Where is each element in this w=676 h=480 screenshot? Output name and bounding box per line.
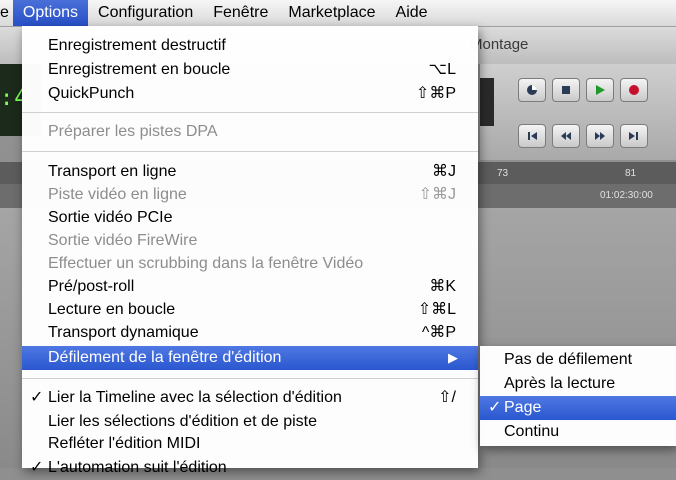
menu-item-sortie-video-firewire: Sortie vidéo FireWire [22, 229, 478, 253]
menu-item-label: Transport dynamique [48, 324, 199, 341]
menu-separator [22, 378, 478, 379]
menu-item-label: Transport en ligne [48, 163, 177, 180]
submenu-item-pas-de-defilement[interactable]: Pas de défilement [480, 348, 676, 372]
menu-item-shortcut: ⌘K [429, 278, 456, 295]
stop-button[interactable] [552, 78, 580, 102]
menu-item-transport-dynamique[interactable]: Transport dynamique ^⌘P [22, 321, 478, 345]
menu-fenetre[interactable]: Fenêtre [203, 0, 278, 26]
submenu-arrow-icon: ▶ [448, 350, 458, 365]
submenu-item-label: Pas de défilement [504, 351, 633, 368]
submenu-item-label: Après la lecture [504, 375, 616, 392]
menu-item-piste-video-en-ligne: Piste vidéo en ligne ⇧⌘J [22, 183, 478, 207]
fast-forward-icon [595, 132, 605, 140]
menu-item-automation-suit-edition[interactable]: ✓ L'automation suit l'édition [22, 456, 478, 480]
online-button[interactable] [518, 78, 546, 102]
menu-item-shortcut: ⇧/ [438, 389, 456, 406]
menu-item-label: Refléter l'édition MIDI [48, 435, 201, 452]
ruler-timecode: 01:02:30:00 [600, 190, 653, 201]
submenu-item-page[interactable]: ✓ Page [480, 396, 676, 420]
menu-item-sortie-video-pcie[interactable]: Sortie vidéo PCIe [22, 206, 478, 230]
menu-item-label: QuickPunch [48, 85, 135, 102]
menu-item-label: Sortie vidéo PCIe [48, 209, 173, 226]
menu-item-label: Pré/post-roll [48, 278, 135, 295]
record-icon [629, 85, 639, 95]
submenu-item-label: Page [504, 399, 542, 416]
menu-item-preparer-pistes-dpa: Préparer les pistes DPA [22, 120, 478, 144]
menu-marketplace[interactable]: Marketplace [278, 0, 385, 26]
edit-window-title: Montage [470, 36, 529, 53]
fast-forward-button[interactable] [586, 124, 614, 148]
menu-item-label: Enregistrement destructif [48, 37, 226, 54]
go-to-end-button[interactable] [620, 124, 648, 148]
menu-item-label: Sortie vidéo FireWire [48, 232, 198, 249]
checkmark-icon: ✓ [488, 399, 502, 416]
checkmark-icon: ✓ [30, 389, 44, 406]
clock-icon [527, 85, 537, 95]
menu-bar-item-partial[interactable]: e [0, 0, 13, 26]
play-button[interactable] [586, 78, 614, 102]
menu-item-lier-selections-edition-piste[interactable]: Lier les sélections d'édition et de pist… [22, 410, 478, 434]
rewind-button[interactable] [552, 124, 580, 148]
menu-item-shortcut: ⇧⌘L [417, 301, 456, 318]
menu-item-label: Effectuer un scrubbing dans la fenêtre V… [48, 255, 364, 272]
menu-item-pre-post-roll[interactable]: Pré/post-roll ⌘K [22, 275, 478, 299]
submenu-item-label: Continu [504, 423, 560, 440]
menu-configuration[interactable]: Configuration [88, 0, 203, 26]
meter [480, 78, 494, 126]
menu-aide[interactable]: Aide [386, 0, 438, 26]
menu-item-quickpunch[interactable]: QuickPunch ⇧⌘P [22, 82, 478, 106]
menu-item-shortcut: ⌘J [432, 163, 456, 180]
play-icon [596, 85, 605, 95]
go-to-end-icon [629, 132, 638, 140]
submenu-item-continu[interactable]: Continu [480, 420, 676, 444]
menu-item-shortcut: ⌥L [428, 61, 456, 78]
menu-item-transport-en-ligne[interactable]: Transport en ligne ⌘J [22, 160, 478, 184]
return-to-zero-icon [528, 132, 537, 140]
menu-item-label: Enregistrement en boucle [48, 61, 231, 78]
menu-item-label: Défilement de la fenêtre d'édition [48, 349, 282, 366]
record-button[interactable] [620, 78, 648, 102]
menu-item-enregistrement-en-boucle[interactable]: Enregistrement en boucle ⌥L [22, 58, 478, 82]
menu-item-defilement-fenetre-edition[interactable]: Défilement de la fenêtre d'édition ▶ [22, 346, 478, 370]
menu-item-label: Piste vidéo en ligne [48, 186, 187, 203]
menu-bar: e Options Configuration Fenêtre Marketpl… [0, 0, 676, 27]
options-menu: Enregistrement destructif Enregistrement… [22, 26, 478, 476]
menu-item-scrubbing-fenetre-video: Effectuer un scrubbing dans la fenêtre V… [22, 252, 478, 276]
menu-item-refleter-edition-midi[interactable]: Refléter l'édition MIDI [22, 432, 478, 456]
menu-item-lecture-en-boucle[interactable]: Lecture en boucle ⇧⌘L [22, 298, 478, 322]
submenu-item-apres-la-lecture[interactable]: Après la lecture [480, 372, 676, 396]
ruler-marker-81: 81 [625, 168, 637, 179]
menu-item-label: Lier la Timeline avec la sélection d'édi… [48, 389, 342, 406]
menu-item-label: Lecture en boucle [48, 301, 176, 318]
menu-separator [22, 151, 478, 152]
return-to-zero-button[interactable] [518, 124, 546, 148]
menu-item-shortcut: ^⌘P [421, 324, 456, 341]
ruler-marker-73: 73 [497, 168, 509, 179]
menu-item-label: Préparer les pistes DPA [48, 123, 218, 140]
menu-options[interactable]: Options [12, 0, 89, 26]
menu-item-shortcut: ⇧⌘J [418, 186, 456, 203]
defilement-submenu: Pas de défilement Après la lecture ✓ Pag… [480, 346, 676, 446]
menu-item-label: Lier les sélections d'édition et de pist… [48, 413, 317, 430]
menu-item-shortcut: ⇧⌘P [415, 85, 456, 102]
checkmark-icon: ✓ [30, 459, 44, 476]
menu-item-enregistrement-destructif[interactable]: Enregistrement destructif [22, 34, 478, 58]
menu-item-lier-timeline-selection[interactable]: ✓ Lier la Timeline avec la sélection d'é… [22, 386, 478, 410]
menu-separator [22, 112, 478, 113]
stop-icon [562, 86, 570, 94]
rewind-icon [561, 132, 571, 140]
